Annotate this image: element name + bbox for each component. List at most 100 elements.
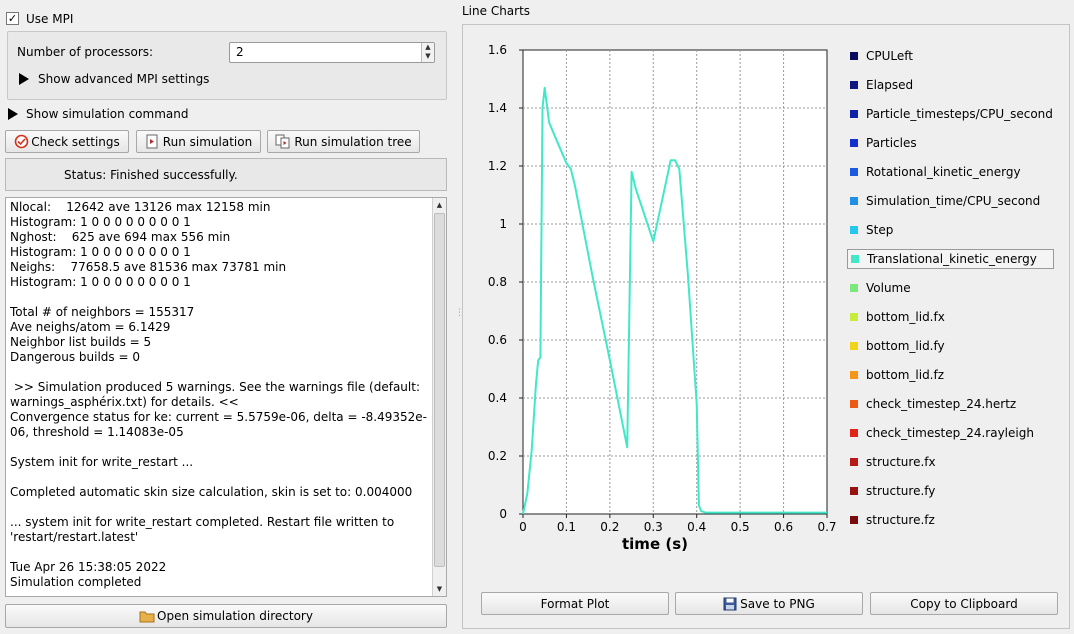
line-chart: 0 0.1 0.2 0.3 0.4 0.5 0.6 0.7 0 0.2 0.4 0.6 0.8 1 1.2 1… — [488, 43, 837, 553]
legend-label: bottom_lid.fx — [866, 310, 945, 324]
legend-label: check_timestep_24.rayleigh — [866, 426, 1034, 440]
save-png-button[interactable]: Save to PNG — [675, 592, 863, 615]
open-directory-label: Open simulation directory — [157, 609, 313, 623]
copy-clipboard-button[interactable]: Copy to Clipboard — [870, 592, 1058, 615]
y-tick-label: 1.6 — [488, 43, 507, 57]
x-tick-label: 0.5 — [731, 520, 750, 534]
advanced-mpi-label: Show advanced MPI settings — [38, 72, 210, 86]
y-tick-label: 0 — [499, 507, 507, 521]
y-tick-label: 0.2 — [488, 449, 507, 463]
legend-item[interactable]: Translational_kinetic_energy — [847, 249, 1054, 269]
legend-swatch — [850, 371, 858, 379]
scroll-thumb[interactable] — [434, 213, 445, 567]
legend-item[interactable]: Particles — [847, 133, 917, 153]
save-png-label: Save to PNG — [740, 596, 815, 611]
copy-clipboard-label: Copy to Clipboard — [910, 596, 1018, 611]
legend-item[interactable]: structure.fz — [847, 510, 935, 530]
y-tick-label: 0.8 — [488, 275, 507, 289]
legend-item[interactable]: Volume — [847, 278, 911, 298]
legend-label: structure.fy — [866, 484, 936, 498]
status-bar: Status: Finished successfully. — [5, 158, 447, 191]
processors-value: 2 — [236, 45, 244, 59]
legend-label: Particles — [866, 136, 917, 150]
legend-label: structure.fx — [866, 455, 936, 469]
x-tick-label: 0.4 — [687, 520, 706, 534]
document-run-icon — [146, 134, 158, 149]
legend-swatch — [850, 110, 858, 118]
y-tick-label: 0.6 — [488, 333, 507, 347]
use-mpi-checkbox[interactable]: ✓ — [6, 12, 19, 25]
legend-swatch — [850, 81, 858, 89]
y-tick-label: 1 — [499, 217, 507, 231]
legend-swatch — [850, 139, 858, 147]
legend-swatch — [850, 226, 858, 234]
log-text: Nlocal: 12642 ave 13126 max 12158 min Hi… — [10, 200, 428, 589]
run-simulation-label: Run simulation — [162, 134, 253, 149]
expand-arrow-icon — [8, 108, 18, 120]
legend-label: CPULeft — [866, 49, 913, 63]
legend-label: Step — [866, 223, 894, 237]
x-tick-label: 0.6 — [774, 520, 793, 534]
check-settings-button[interactable]: Check settings — [5, 130, 129, 153]
log-output[interactable]: Nlocal: 12642 ave 13126 max 12158 min Hi… — [5, 197, 447, 597]
status-text: Status: Finished successfully. — [64, 168, 238, 182]
legend-swatch — [850, 284, 858, 292]
advanced-mpi-toggle[interactable]: Show advanced MPI settings — [19, 72, 209, 86]
open-directory-button[interactable]: Open simulation directory — [5, 604, 447, 628]
legend-label: Volume — [866, 281, 911, 295]
scroll-down-icon[interactable]: ▼ — [433, 582, 446, 596]
legend-swatch — [850, 429, 858, 437]
legend-swatch — [850, 168, 858, 176]
legend-item[interactable]: check_timestep_24.hertz — [847, 394, 1016, 414]
legend-item[interactable]: structure.fy — [847, 481, 935, 501]
legend-label: Elapsed — [866, 78, 914, 92]
legend-item[interactable]: Particle_timesteps/CPU_second — [847, 104, 1053, 124]
legend-label: bottom_lid.fy — [866, 339, 945, 353]
x-tick-label: 0.3 — [644, 520, 663, 534]
legend-item[interactable]: Step — [847, 220, 893, 240]
legend-swatch — [850, 516, 858, 524]
log-scrollbar[interactable]: ▲ ▼ — [432, 198, 446, 596]
expand-arrow-icon — [19, 73, 29, 85]
check-settings-icon — [14, 134, 29, 149]
legend-swatch — [850, 458, 858, 466]
run-simulation-tree-button[interactable]: Run simulation tree — [267, 130, 420, 153]
x-tick-label: 0.1 — [557, 520, 576, 534]
document-tree-icon — [275, 134, 290, 149]
legend-item[interactable]: bottom_lid.fz — [847, 365, 944, 385]
run-simulation-tree-label: Run simulation tree — [294, 134, 412, 149]
legend-item[interactable]: CPULeft — [847, 46, 913, 66]
legend-item[interactable]: check_timestep_24.rayleigh — [847, 423, 1034, 443]
checkmark-icon: ✓ — [7, 12, 18, 25]
legend-swatch — [851, 255, 859, 263]
legend-label: Particle_timesteps/CPU_second — [866, 107, 1053, 121]
splitter-handle[interactable]: ⋮ — [455, 309, 464, 322]
y-tick-label: 0.4 — [488, 391, 507, 405]
x-axis-label: time (s) — [622, 535, 688, 553]
legend-item[interactable]: Simulation_time/CPU_second — [847, 191, 1040, 211]
y-tick-label: 1.2 — [488, 159, 507, 173]
folder-icon — [139, 611, 155, 623]
legend-swatch — [850, 313, 858, 321]
legend-label: Translational_kinetic_energy — [867, 252, 1037, 266]
simulation-command-toggle[interactable]: Show simulation command — [8, 107, 188, 121]
legend-item[interactable]: bottom_lid.fy — [847, 336, 945, 356]
legend-label: Rotational_kinetic_energy — [866, 165, 1021, 179]
legend-item[interactable]: bottom_lid.fx — [847, 307, 945, 327]
floppy-disk-icon — [723, 597, 737, 610]
legend-item[interactable]: structure.fx — [847, 452, 936, 472]
legend-item[interactable]: Elapsed — [847, 75, 913, 95]
use-mpi-label: Use MPI — [26, 12, 74, 26]
legend-item[interactable]: Rotational_kinetic_energy — [847, 162, 1021, 182]
legend-label: check_timestep_24.hertz — [866, 397, 1017, 411]
legend-swatch — [850, 197, 858, 205]
scroll-up-icon[interactable]: ▲ — [433, 198, 446, 212]
run-simulation-button[interactable]: Run simulation — [136, 130, 261, 153]
spin-arrows-icon[interactable]: ▲ ▼ — [421, 43, 434, 62]
legend-swatch — [850, 487, 858, 495]
legend-swatch — [850, 342, 858, 350]
processors-spinbox[interactable]: 2 ▲ ▼ — [229, 42, 435, 63]
format-plot-button[interactable]: Format Plot — [481, 592, 669, 615]
processors-label: Number of processors: — [17, 45, 154, 59]
y-tick-label: 1.4 — [488, 101, 507, 115]
